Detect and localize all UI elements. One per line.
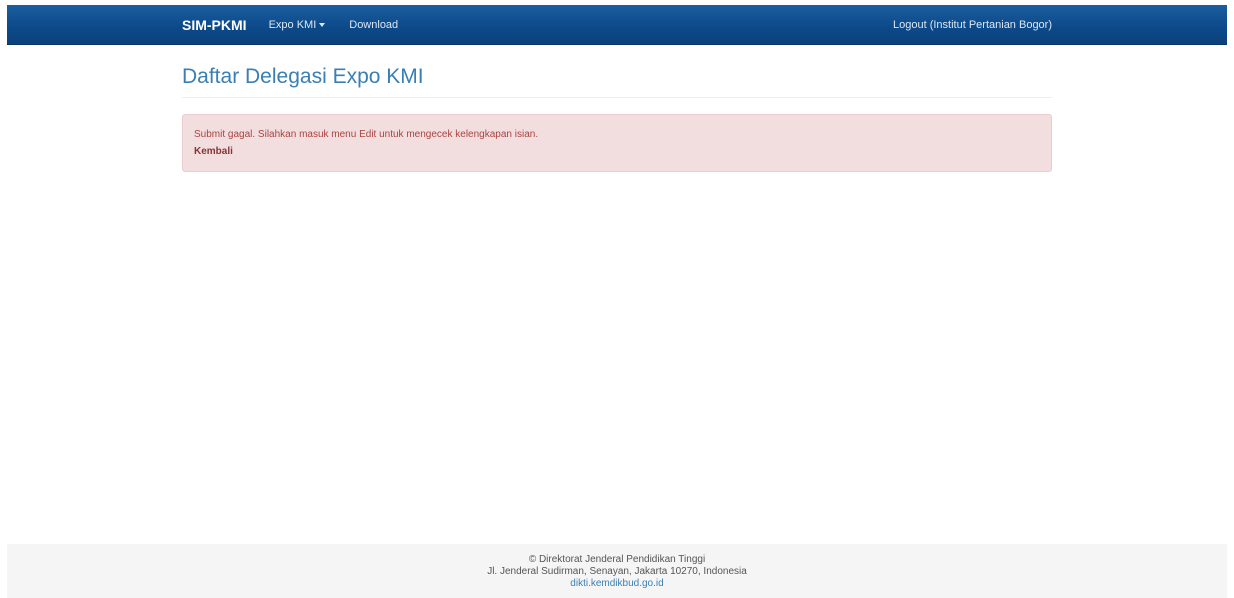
alert-message: Submit gagal. Silahkan masuk menu Edit u…: [194, 129, 539, 140]
logout-link[interactable]: Logout (Institut Pertanian Bogor): [893, 19, 1052, 31]
footer-copyright: © Direktorat Jenderal Pendidikan Tinggi: [528, 554, 706, 565]
nav-download-link[interactable]: Download: [349, 19, 398, 31]
title-divider: [182, 97, 1052, 98]
footer-website-link[interactable]: dikti.kemdikbud.go.id: [570, 578, 663, 589]
navbar-container: SIM-PKMI Expo KMI Download Logout (Insti…: [182, 5, 1052, 45]
nav-expo-kmi-label: Expo KMI: [268, 19, 317, 31]
footer: © Direktorat Jenderal Pendidikan Tinggi …: [7, 544, 1227, 598]
caret-down-icon: [319, 23, 326, 27]
nav-expo-kmi-dropdown[interactable]: Expo KMI: [269, 19, 326, 31]
back-link[interactable]: Kembali: [194, 146, 233, 157]
brand-link[interactable]: SIM-PKMI: [182, 17, 247, 33]
error-alert: Submit gagal. Silahkan masuk menu Edit u…: [182, 114, 1052, 172]
footer-address: Jl. Jenderal Sudirman, Senayan, Jakarta …: [487, 566, 747, 577]
top-navbar: SIM-PKMI Expo KMI Download Logout (Insti…: [7, 5, 1227, 45]
page-title: Daftar Delegasi Expo KMI: [182, 65, 424, 88]
